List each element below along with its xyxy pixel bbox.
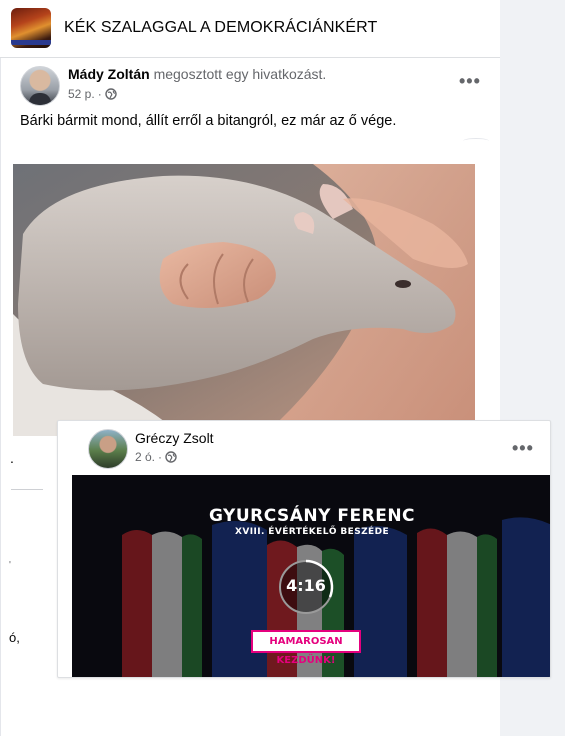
post-meta: 52 p. · [68, 87, 117, 101]
group-cover-thumbnail[interactable] [11, 8, 51, 48]
video-subtitle: XVIII. ÉVÉRTÉKELŐ BESZÉDE [235, 527, 389, 537]
shared-post-timestamp[interactable]: 2 ó. [135, 450, 155, 464]
live-video-thumbnail[interactable]: GYURCSÁNY FERENC XVIII. ÉVÉRTÉKELŐ BESZÉ… [72, 475, 550, 677]
globe-icon [165, 451, 177, 463]
shared-author-name[interactable]: Gréczy Zsolt [135, 430, 214, 446]
author-name[interactable]: Mády Zoltán [68, 66, 150, 82]
group-title[interactable]: KÉK SZALAGGAL A DEMOKRÁCIÁNKÉRT [64, 19, 377, 37]
background-text-fragment: ' [9, 560, 11, 571]
post-header: Mády Zoltán megosztott egy hivatkozást. [68, 66, 326, 82]
shared-post-card[interactable]: Gréczy Zsolt 2 ó. · ••• GYURCSÁNY FERENC… [57, 420, 551, 678]
background-text-fragment: ó, [9, 630, 20, 645]
post-timestamp[interactable]: 52 p. [68, 87, 95, 101]
post-trailing-text: . [10, 450, 14, 466]
group-header: KÉK SZALAGGAL A DEMOKRÁCIÁNKÉRT [0, 0, 500, 58]
author-avatar[interactable] [20, 66, 60, 106]
post-options-button[interactable]: ••• [459, 72, 481, 90]
post-photo[interactable] [13, 164, 475, 436]
post-text: Bárki bármit mond, állít erről a bitangr… [20, 113, 397, 129]
countdown-timer: 4:16 [286, 576, 326, 595]
page-edge [557, 0, 565, 736]
meta-separator: · [97, 87, 102, 101]
post-action-text: megosztott egy hivatkozást. [153, 66, 327, 82]
shared-post-meta: 2 ó. · [135, 450, 177, 464]
starting-soon-badge: HAMAROSAN KEZDÜNK! [251, 630, 361, 666]
divider [463, 138, 489, 144]
shared-post-options-button[interactable]: ••• [512, 439, 534, 457]
meta-separator: · [158, 450, 163, 464]
globe-icon [105, 88, 117, 100]
video-title: GYURCSÁNY FERENC [208, 506, 416, 526]
shared-author-avatar[interactable] [88, 429, 128, 469]
background-divider [11, 489, 43, 490]
